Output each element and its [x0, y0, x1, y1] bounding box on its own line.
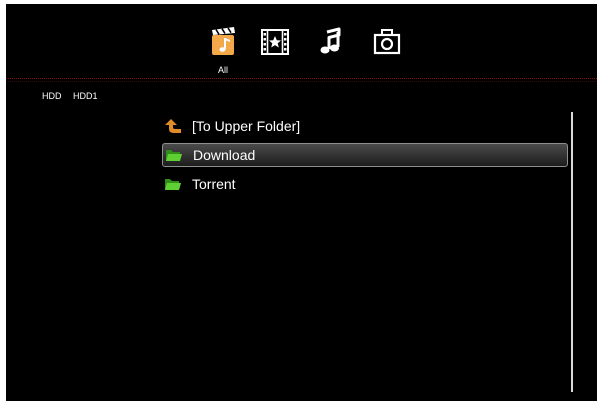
header-divider-shadow	[6, 81, 597, 82]
camera-icon	[373, 29, 401, 55]
breadcrumb-partition: HDD1	[73, 91, 98, 101]
breadcrumb-device: HDD	[42, 91, 62, 101]
tab-photos[interactable]	[372, 26, 402, 58]
music-note-icon	[320, 27, 341, 54]
media-type-tabs: All	[6, 4, 597, 78]
list-item-label: Download	[193, 147, 256, 163]
tab-music[interactable]	[316, 26, 346, 58]
folder-icon	[165, 179, 181, 190]
header-divider	[6, 78, 597, 79]
film-star-icon	[261, 29, 289, 55]
list-item-label: [To Upper Folder]	[192, 118, 301, 134]
clapper-music-icon	[212, 27, 235, 55]
list-item-upper-folder[interactable]: [To Upper Folder]	[162, 112, 568, 140]
tab-movies[interactable]	[260, 26, 290, 58]
tab-all-label: All	[217, 65, 228, 75]
list-item-torrent[interactable]: Torrent	[162, 170, 568, 198]
list-item-download[interactable]: Download	[162, 143, 568, 167]
tab-all[interactable]	[209, 26, 239, 58]
folder-icon	[166, 150, 182, 161]
scrollbar[interactable]	[571, 112, 573, 392]
file-list: [To Upper Folder] Download Torrent	[162, 112, 568, 198]
up-arrow-icon	[165, 119, 181, 133]
media-browser-screen: All HDD HDD1 [To Upper Folder] Download …	[6, 4, 597, 401]
breadcrumb: HDD HDD1	[42, 91, 107, 102]
list-item-label: Torrent	[192, 176, 236, 192]
